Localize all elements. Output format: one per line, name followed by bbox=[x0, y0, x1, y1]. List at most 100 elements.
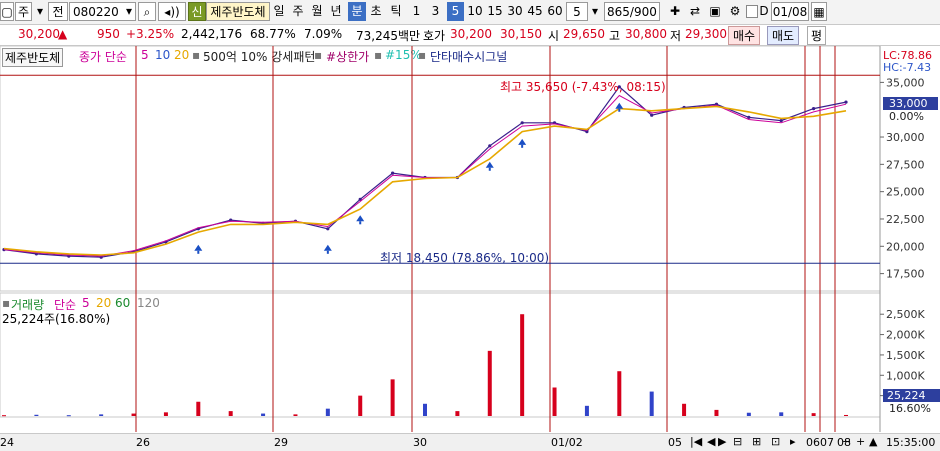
quote-bar: 30,200 ▲ 950 +3.25% 2,442,176 68.77% 7.0… bbox=[0, 25, 940, 46]
legend-stock-name[interactable]: 제주반도체 bbox=[2, 48, 64, 67]
volume-ratio: 68.77% bbox=[250, 27, 296, 41]
count-input[interactable]: 865/900 bbox=[604, 2, 660, 21]
scroll-prev-icon[interactable]: ◀ bbox=[707, 435, 715, 448]
price-point bbox=[552, 121, 557, 125]
settings-icon[interactable]: ✚ bbox=[666, 2, 684, 21]
interval-5[interactable]: 5 bbox=[447, 2, 464, 21]
plus-icon[interactable]: + bbox=[856, 435, 865, 448]
price-point bbox=[99, 255, 103, 259]
price-point bbox=[585, 130, 589, 134]
volume-bar bbox=[487, 350, 492, 416]
price-point bbox=[423, 175, 427, 180]
save-icon[interactable]: ▣ bbox=[706, 2, 724, 21]
period-tick[interactable]: 틱 bbox=[387, 2, 405, 21]
volume-tick-label: 2,500K bbox=[886, 308, 925, 321]
even-button[interactable]: 평 bbox=[807, 26, 827, 45]
price-tick-label: 27,500 bbox=[886, 158, 925, 171]
period-year[interactable]: 년 bbox=[327, 2, 345, 21]
buy-signal-arrow-icon bbox=[615, 102, 624, 109]
volume-bar bbox=[714, 409, 719, 416]
volume-bar bbox=[682, 403, 687, 416]
interval-dropdown-icon[interactable]: ▾ bbox=[588, 2, 602, 21]
legend-sep-icon: ▪ bbox=[314, 48, 323, 62]
period-week[interactable]: 주 bbox=[289, 2, 307, 21]
price-point bbox=[196, 227, 200, 231]
date-checkbox[interactable] bbox=[746, 5, 758, 18]
zoom-out-icon[interactable]: ⊟ bbox=[733, 435, 742, 448]
legend-ma5: 5 bbox=[141, 48, 149, 62]
calendar-icon[interactable]: ▦ bbox=[811, 2, 827, 21]
search-icon[interactable]: ⌕ bbox=[138, 2, 156, 21]
interval-15[interactable]: 15 bbox=[485, 2, 505, 21]
interval-3[interactable]: 3 bbox=[427, 2, 444, 21]
scroll-next-page-icon[interactable]: ▸ bbox=[790, 435, 796, 448]
count-value: 865 bbox=[607, 5, 630, 19]
trade-volume: 2,442,176 bbox=[181, 27, 243, 41]
period-month[interactable]: 월 bbox=[308, 2, 326, 21]
buy-button[interactable]: 매수 bbox=[728, 26, 761, 45]
price-chart[interactable]: 17,500 20,000 22,500 25,000 27,500 30,000 35,0… bbox=[0, 0, 940, 450]
interval-input[interactable]: 5 bbox=[566, 2, 588, 21]
date-label-30: 30 bbox=[413, 436, 427, 449]
interval-1[interactable]: 1 bbox=[408, 2, 425, 21]
sell-button[interactable]: 매도 bbox=[767, 26, 800, 45]
volume-legend-ma20: 20 bbox=[96, 296, 112, 310]
price-point bbox=[812, 107, 816, 111]
volume-bar bbox=[423, 403, 427, 416]
buy-signal-arrow-icon bbox=[323, 244, 332, 251]
volume-pct-tag: 16.60% bbox=[889, 402, 931, 415]
market-select[interactable]: 주 bbox=[15, 2, 32, 21]
up-icon[interactable]: ▲ bbox=[869, 435, 877, 448]
interval-10[interactable]: 10 bbox=[465, 2, 485, 21]
scroll-first-icon[interactable]: |◀ bbox=[690, 435, 702, 448]
price-point bbox=[261, 221, 265, 225]
market-dropdown-icon[interactable]: ▾ bbox=[33, 2, 47, 21]
change-amount: 950 bbox=[97, 27, 120, 41]
price-point bbox=[358, 197, 362, 201]
volume-bar bbox=[163, 412, 168, 416]
scroll-next-icon[interactable]: ▶ bbox=[718, 435, 726, 448]
period-minute[interactable]: 분 bbox=[348, 2, 366, 21]
date-label-0102: 01/02 bbox=[551, 436, 583, 449]
new-stock-badge[interactable]: 신 bbox=[188, 2, 206, 21]
hc-label: HC:-7.43 bbox=[883, 61, 932, 74]
ask-label: 호가 bbox=[423, 29, 446, 43]
speaker-icon[interactable]: ◂)) bbox=[158, 2, 186, 21]
period-day[interactable]: 일 bbox=[270, 2, 288, 21]
interval-30[interactable]: 30 bbox=[505, 2, 525, 21]
zoom-reset-icon[interactable]: ⊡ bbox=[771, 435, 780, 448]
bottom-bar: 24 26 29 30 01/02 05 06 07 08 |◀ ◀ ▶ ⊟ ⊞… bbox=[0, 433, 940, 451]
stock-name[interactable]: 제주반도체 bbox=[206, 2, 270, 21]
toolbar: ▢ 주 ▾ 전 080220 ▾ ⌕ ◂)) 신 제주반도체 일 주 월 년 분… bbox=[0, 0, 940, 25]
volume-bar bbox=[228, 411, 233, 416]
period-second[interactable]: 초 bbox=[367, 2, 385, 21]
volume-bar bbox=[131, 413, 136, 416]
prefix-select[interactable]: 전 bbox=[48, 2, 68, 21]
volume-bar bbox=[293, 414, 298, 416]
series-line-ma5 bbox=[3, 94, 847, 257]
price-point bbox=[326, 227, 330, 231]
price-point bbox=[391, 171, 395, 175]
gear-icon[interactable]: ⚙ bbox=[726, 2, 744, 21]
legend-signal2: #상한가 bbox=[326, 50, 370, 64]
price-point bbox=[67, 254, 71, 258]
date-input[interactable]: 01/08 bbox=[771, 2, 809, 21]
volume-bar bbox=[552, 387, 557, 416]
minus-icon[interactable]: − bbox=[842, 435, 851, 448]
menu-toggle-button[interactable]: ▢ bbox=[0, 2, 14, 21]
compare-icon[interactable]: ⇄ bbox=[686, 2, 704, 21]
price-point bbox=[520, 121, 524, 125]
trade-amount: 73,245백만 bbox=[356, 29, 421, 43]
interval-60[interactable]: 60 bbox=[545, 2, 565, 21]
code-dropdown-icon[interactable]: ▾ bbox=[122, 2, 136, 21]
bid-price: 30,150 bbox=[500, 27, 542, 41]
legend-sep-icon: ▪ bbox=[374, 48, 383, 62]
interval-45[interactable]: 45 bbox=[525, 2, 545, 21]
volume-pane-frame bbox=[0, 292, 881, 418]
date-label-29: 29 bbox=[274, 436, 288, 449]
volume-bar bbox=[811, 413, 816, 416]
volume-legend-ma5: 5 bbox=[82, 296, 90, 310]
price-point bbox=[164, 240, 168, 244]
buy-signal-arrow-icon bbox=[194, 244, 203, 251]
zoom-in-icon[interactable]: ⊞ bbox=[752, 435, 761, 448]
